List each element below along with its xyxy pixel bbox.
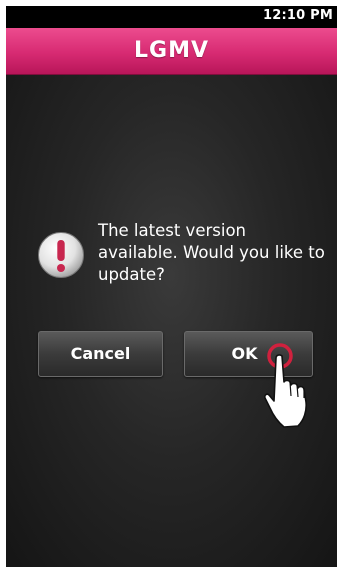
status-bar: 12:10 PM bbox=[6, 6, 337, 28]
app-screen: 12:10 PM LGMV The latest version availab… bbox=[6, 6, 337, 567]
tap-hand-icon bbox=[264, 343, 307, 428]
ok-button-label: OK bbox=[231, 344, 258, 363]
app-title: LGMV bbox=[134, 38, 209, 63]
status-time: 12:10 PM bbox=[263, 8, 333, 23]
cancel-button[interactable]: Cancel bbox=[38, 331, 163, 377]
dialog-message: The latest version available. Would you … bbox=[98, 221, 325, 284]
title-bar: LGMV bbox=[6, 28, 337, 75]
cancel-button-label: Cancel bbox=[70, 344, 131, 363]
alert-exclamation-icon bbox=[38, 232, 84, 278]
